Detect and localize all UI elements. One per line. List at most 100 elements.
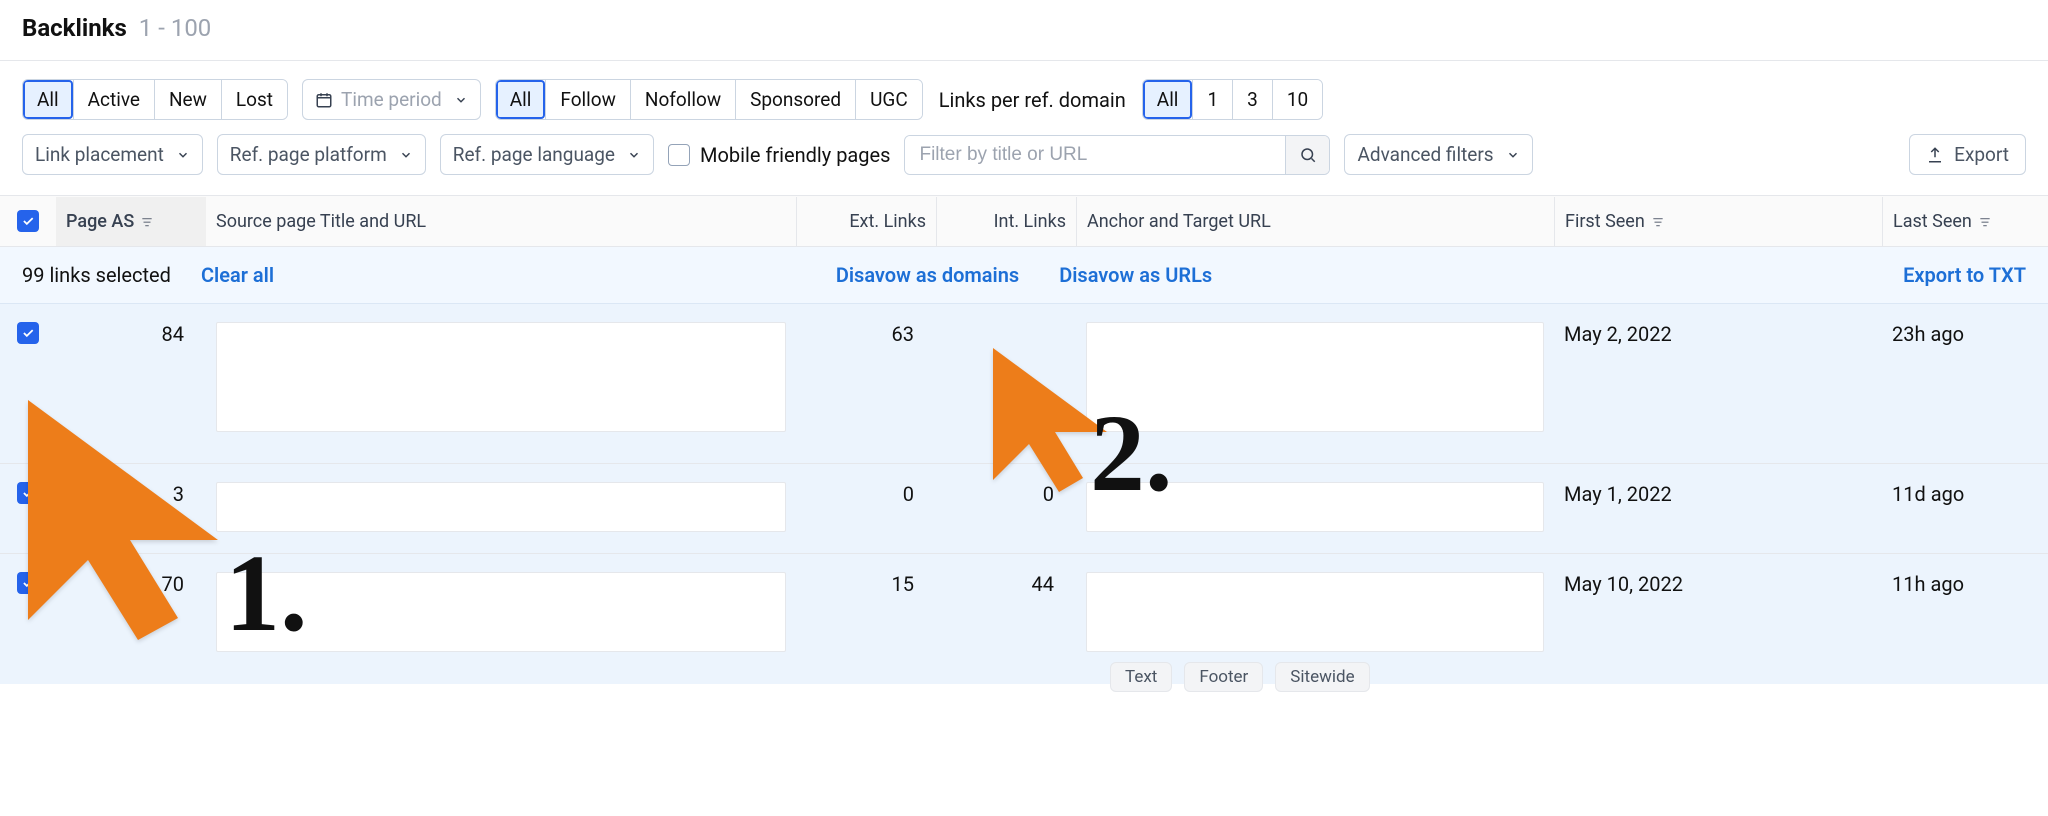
- chevron-down-icon: [399, 148, 413, 162]
- page-range: 1 - 100: [139, 14, 212, 42]
- row-int: 0: [936, 478, 1076, 510]
- th-int-label: Int. Links: [994, 211, 1066, 232]
- linktype-sponsored[interactable]: Sponsored: [735, 80, 855, 119]
- toolbar-row-2: Link placement Ref. page platform Ref. p…: [22, 134, 2026, 175]
- clear-all-link[interactable]: Clear all: [201, 263, 274, 287]
- status-new[interactable]: New: [154, 80, 221, 119]
- table-row: 84 63 May 2, 2022 23h ago: [0, 304, 2048, 464]
- source-content: [216, 322, 786, 432]
- row-first-seen: May 2, 2022: [1554, 318, 1718, 350]
- ref-platform-label: Ref. page platform: [230, 143, 387, 166]
- link-placement-label: Link placement: [35, 143, 164, 166]
- source-content: [216, 572, 786, 652]
- th-first-seen-label: First Seen: [1565, 211, 1645, 232]
- linktype-ugc[interactable]: UGC: [855, 80, 922, 119]
- th-page-as-label: Page AS: [66, 211, 134, 232]
- anchor-content: [1086, 572, 1544, 652]
- search-button[interactable]: [1285, 136, 1329, 174]
- link-placement-dropdown[interactable]: Link placement: [22, 134, 203, 175]
- advanced-filters-label: Advanced filters: [1357, 143, 1493, 166]
- page-title: Backlinks: [22, 14, 127, 42]
- search-input[interactable]: [905, 136, 1285, 174]
- lpd-3[interactable]: 3: [1232, 80, 1272, 119]
- linktype-all[interactable]: All: [496, 80, 546, 119]
- row-last-seen: 23h ago: [1882, 318, 2048, 350]
- mobile-friendly-label: Mobile friendly pages: [700, 143, 890, 167]
- row-ext: 63: [796, 318, 936, 350]
- chevron-down-icon: [176, 148, 190, 162]
- chip-text[interactable]: Text: [1110, 662, 1172, 692]
- chevron-down-icon: [1506, 148, 1520, 162]
- advanced-filters-dropdown[interactable]: Advanced filters: [1344, 134, 1532, 175]
- row-int: 44: [936, 568, 1076, 600]
- disavow-urls-link[interactable]: Disavow as URLs: [1059, 263, 1212, 287]
- th-anchor[interactable]: Anchor and Target URL: [1076, 197, 1554, 246]
- selection-count: 99 links selected: [22, 263, 171, 287]
- row-last-seen: 11d ago: [1882, 478, 2048, 510]
- tag-chips: Text Footer Sitewide: [1110, 662, 1370, 692]
- toolbar-row-1: All Active New Lost Time period All Foll…: [22, 79, 2026, 120]
- links-per-domain-segment: All 1 3 10: [1142, 79, 1323, 120]
- export-button[interactable]: Export: [1909, 134, 2026, 175]
- th-page-as[interactable]: Page AS: [56, 197, 206, 246]
- ref-platform-dropdown[interactable]: Ref. page platform: [217, 134, 426, 175]
- row-page-as: 84: [56, 318, 206, 350]
- row-gap: [1718, 318, 1882, 326]
- linktype-follow[interactable]: Follow: [545, 80, 630, 119]
- th-anchor-label: Anchor and Target URL: [1087, 211, 1271, 232]
- checkbox-icon: [668, 144, 690, 166]
- status-all[interactable]: All: [23, 80, 73, 119]
- status-active[interactable]: Active: [73, 80, 154, 119]
- chip-footer[interactable]: Footer: [1184, 662, 1263, 692]
- anchor-content: [1086, 482, 1544, 532]
- th-last-seen-label: Last Seen: [1893, 211, 1972, 232]
- th-ext[interactable]: Ext. Links: [796, 197, 936, 246]
- row-checkbox[interactable]: [17, 482, 39, 504]
- search-icon: [1299, 146, 1317, 164]
- th-last-seen[interactable]: Last Seen: [1882, 197, 2048, 246]
- links-per-domain-label: Links per ref. domain: [937, 88, 1128, 112]
- chip-sitewide[interactable]: Sitewide: [1275, 662, 1369, 692]
- calendar-icon: [315, 91, 333, 109]
- source-content: [216, 482, 786, 532]
- sort-icon: [1651, 214, 1665, 228]
- row-checkbox[interactable]: [17, 322, 39, 344]
- row-last-seen: 11h ago: [1882, 568, 2048, 600]
- th-int[interactable]: Int. Links: [936, 197, 1076, 246]
- row-ext: 0: [796, 478, 936, 510]
- th-source[interactable]: Source page Title and URL: [206, 197, 796, 246]
- time-period-picker[interactable]: Time period: [302, 79, 481, 120]
- row-int: [936, 318, 1076, 326]
- select-all-checkbox[interactable]: [17, 210, 39, 232]
- chevron-down-icon: [454, 93, 468, 107]
- status-segment: All Active New Lost: [22, 79, 288, 120]
- ref-language-label: Ref. page language: [453, 143, 615, 166]
- lpd-10[interactable]: 10: [1272, 80, 1322, 119]
- export-label: Export: [1954, 143, 2009, 166]
- ref-language-dropdown[interactable]: Ref. page language: [440, 134, 654, 175]
- disavow-domains-link[interactable]: Disavow as domains: [836, 263, 1019, 287]
- status-lost[interactable]: Lost: [221, 80, 287, 119]
- chevron-down-icon: [627, 148, 641, 162]
- table-row: 70 15 44 May 10, 2022 11h ago: [0, 554, 2048, 684]
- table-header: Page AS Source page Title and URL Ext. L…: [0, 195, 2048, 247]
- table-row: 3 0 0 May 1, 2022 11d ago: [0, 464, 2048, 554]
- disavow-actions: Disavow as domains Disavow as URLs: [836, 263, 1212, 287]
- search-field: [904, 135, 1330, 175]
- row-gap: [1718, 568, 1882, 576]
- sort-icon: [140, 214, 154, 228]
- row-first-seen: May 10, 2022: [1554, 568, 1718, 600]
- time-label: Time period: [341, 88, 442, 111]
- row-page-as: 70: [56, 568, 206, 600]
- lpd-all[interactable]: All: [1143, 80, 1193, 119]
- linktype-nofollow[interactable]: Nofollow: [630, 80, 735, 119]
- th-gap: [1718, 207, 1882, 235]
- mobile-friendly-checkbox[interactable]: Mobile friendly pages: [668, 143, 890, 167]
- th-first-seen[interactable]: First Seen: [1554, 197, 1718, 246]
- anchor-content: [1086, 322, 1544, 432]
- page-header: Backlinks 1 - 100: [0, 0, 2048, 61]
- row-checkbox[interactable]: [17, 572, 39, 594]
- upload-icon: [1926, 146, 1944, 164]
- lpd-1[interactable]: 1: [1192, 80, 1232, 119]
- export-txt-link[interactable]: Export to TXT: [1903, 263, 2026, 287]
